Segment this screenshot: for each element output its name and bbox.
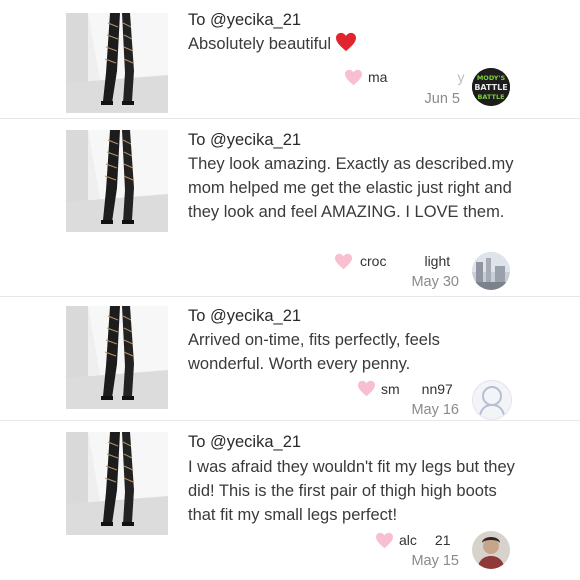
boots-photo: [66, 130, 168, 232]
recipient-label: To @yecika_21: [188, 11, 302, 29]
review-text: They look amazing. Exactly as described.…: [188, 155, 514, 221]
reviewer-username[interactable]: alc 21: [399, 532, 450, 548]
reviewer-username[interactable]: ma y: [368, 69, 464, 85]
review-card: To @yecika_21 I was afraid they wouldn't…: [0, 420, 580, 580]
username-end: y: [457, 69, 465, 85]
review-text-content: Absolutely beautiful: [188, 35, 332, 53]
heart-icon[interactable]: [344, 69, 363, 86]
review-date: May 15: [411, 553, 459, 569]
product-thumbnail[interactable]: [66, 306, 168, 409]
logo-text-2: BATTLE: [474, 83, 507, 92]
reviewer-avatar[interactable]: [472, 252, 510, 290]
product-thumbnail[interactable]: [66, 432, 168, 535]
reviewer-avatar[interactable]: [472, 531, 510, 569]
review-card: To @yecika_21 Arrived on-time, fits perf…: [0, 296, 580, 421]
logo-text-3: BATTLE: [477, 93, 504, 101]
reviewer-username[interactable]: sm nn97: [381, 381, 453, 397]
reviewer-avatar[interactable]: MODY'S BATTLE BATTLE: [472, 68, 510, 106]
review-date: Jun 5: [424, 91, 460, 107]
review-text: I was afraid they wouldn't fit my legs b…: [188, 458, 515, 524]
recipient-label: To @yecika_21: [188, 433, 302, 451]
boots-photo: [66, 432, 168, 535]
recipient-label: To @yecika_21: [188, 307, 302, 325]
review-text: Absolutely beautiful: [188, 32, 518, 56]
heart-icon[interactable]: [375, 532, 394, 549]
boots-photo: [66, 13, 168, 113]
recipient-label: To @yecika_21: [188, 131, 302, 149]
username-start: ma: [368, 69, 388, 85]
reviewer-username[interactable]: croc light: [360, 253, 450, 269]
reviewer-avatar[interactable]: [472, 380, 512, 420]
username-end: nn97: [421, 381, 453, 397]
default-person-icon: [479, 386, 505, 416]
landscape-photo-icon: [472, 252, 510, 290]
username-start: croc: [360, 253, 387, 269]
review-card: To @yecika_21 Absolutely beautiful ma y J…: [0, 0, 580, 119]
person-photo-icon: [472, 531, 510, 569]
review-card: To @yecika_21 They look amazing. Exactly…: [0, 118, 580, 297]
username-end: 21: [434, 532, 451, 548]
review-text: Arrived on-time, fits perfectly, feels w…: [188, 331, 440, 373]
review-date: May 16: [411, 402, 459, 418]
username-start: sm: [381, 381, 400, 397]
red-heart-emoji: [336, 32, 357, 52]
heart-icon[interactable]: [334, 253, 353, 270]
boots-photo: [66, 306, 168, 409]
product-thumbnail[interactable]: [66, 130, 168, 232]
product-thumbnail[interactable]: [66, 13, 168, 113]
review-date: May 30: [411, 274, 459, 290]
logo-text-1: MODY'S: [477, 74, 506, 82]
heart-icon[interactable]: [357, 380, 376, 397]
battle-logo-icon: MODY'S BATTLE BATTLE: [472, 68, 510, 106]
username-end: light: [424, 253, 451, 269]
username-start: alc: [399, 532, 417, 548]
